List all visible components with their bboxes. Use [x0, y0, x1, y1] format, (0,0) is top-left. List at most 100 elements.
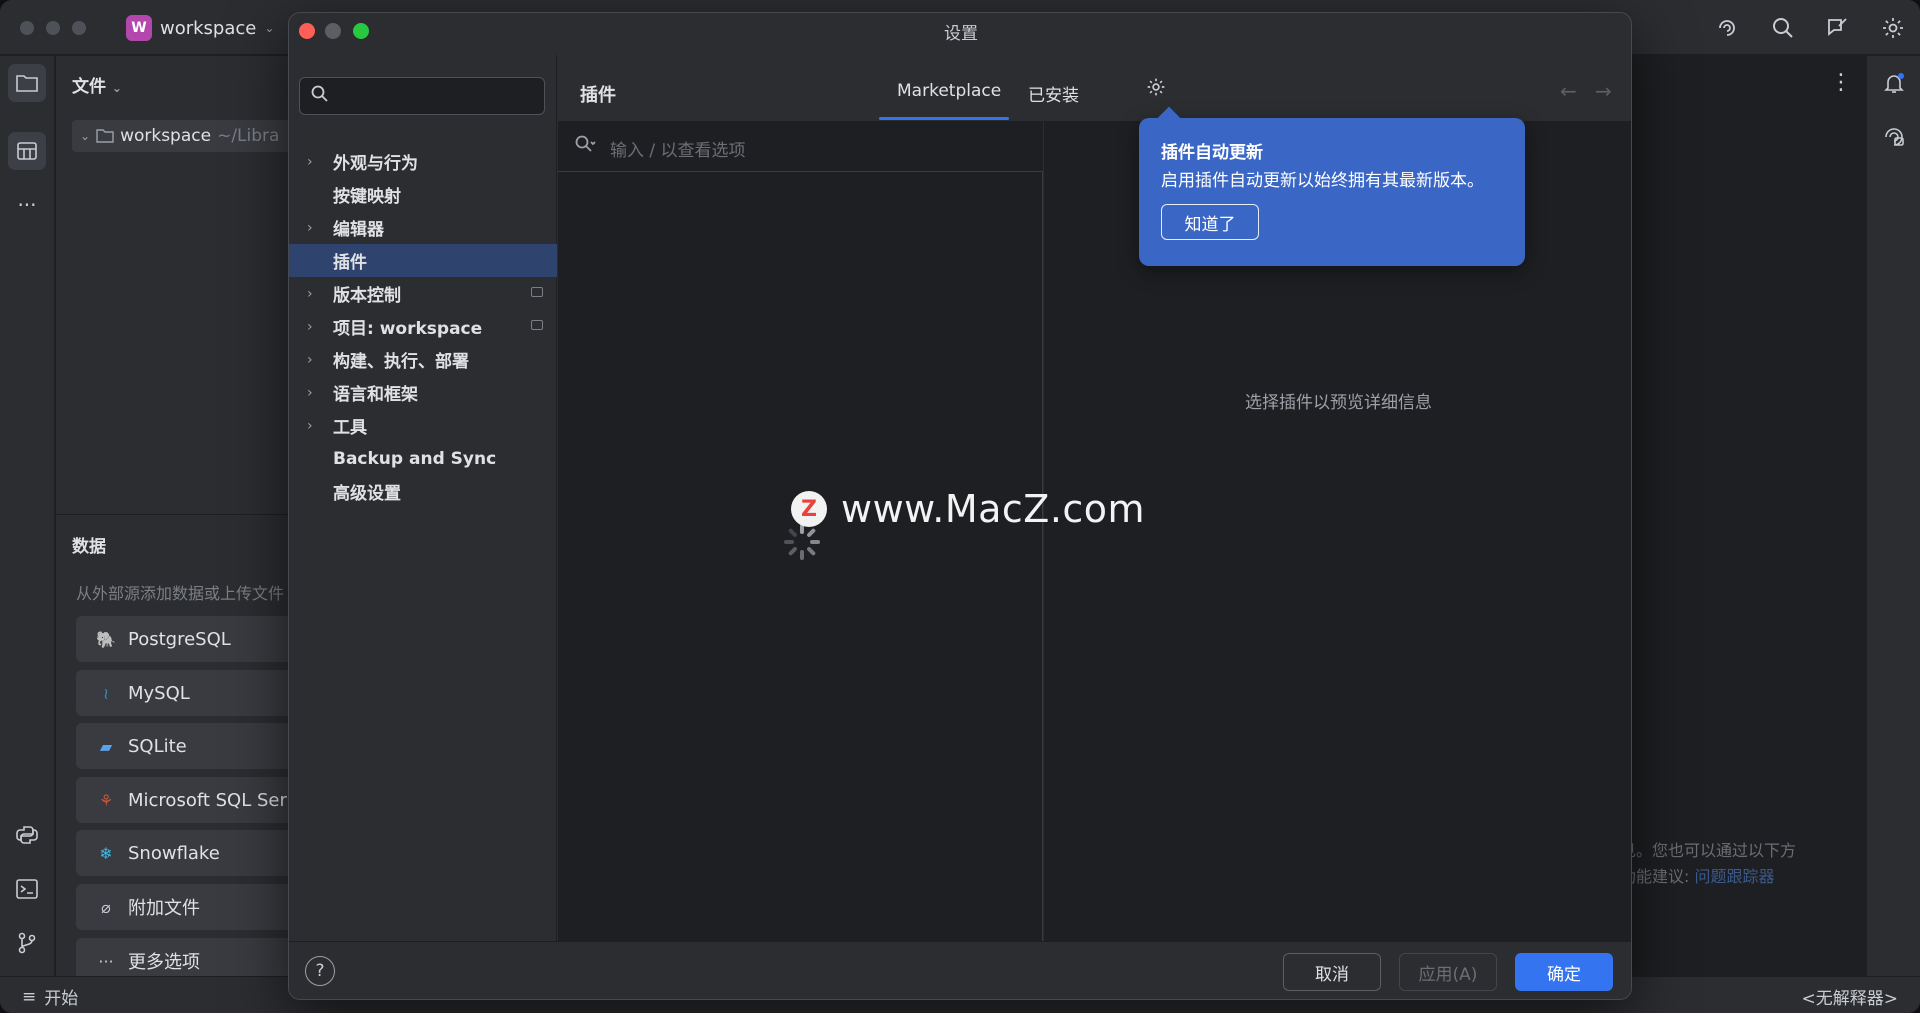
file-panel-title: 文件 — [72, 77, 106, 97]
git-branch-icon[interactable] — [8, 924, 46, 962]
watermark-text: www.MacZ.com — [841, 487, 1146, 531]
project-name: workspace — [160, 17, 257, 39]
dialog-zoom-button[interactable] — [353, 23, 369, 39]
nav-item-label: 编辑器 — [333, 220, 384, 240]
gear-icon[interactable] — [1878, 13, 1908, 43]
project-scope-icon — [531, 287, 543, 297]
plugin-settings-gear-icon[interactable] — [1146, 77, 1166, 103]
active-tab-indicator — [879, 117, 1009, 120]
datasource-label: SQLite — [128, 735, 187, 757]
nav-item-project[interactable]: › 项目: workspace — [289, 310, 557, 343]
more-tools-icon[interactable]: ··· — [8, 186, 46, 224]
issue-tracker-link[interactable]: 问题跟踪器 — [1694, 867, 1774, 886]
got-it-button[interactable]: 知道了 — [1161, 204, 1259, 240]
watermark: Z www.MacZ.com — [791, 487, 1145, 531]
datasource-label: 附加文件 — [128, 898, 200, 919]
popup-body: 启用插件自动更新以始终拥有其最新版本。 — [1161, 171, 1484, 191]
nav-item-label: 工具 — [333, 418, 367, 438]
tree-root-label: workspace — [120, 126, 212, 146]
tree-root-path: ~/Libra — [217, 126, 280, 146]
cancel-button[interactable]: 取消 — [1283, 953, 1381, 991]
paperclip-icon: ⌀ — [101, 897, 111, 917]
nav-item-label: 按键映射 — [333, 187, 401, 207]
dialog-minimize-button[interactable] — [325, 23, 341, 39]
ide-zoom-button[interactable] — [72, 21, 86, 35]
search-icon — [574, 134, 596, 159]
chevron-down-icon: ⌄ — [264, 21, 275, 35]
ok-button[interactable]: 确定 — [1515, 953, 1613, 991]
forward-arrow-icon[interactable]: → — [1595, 79, 1612, 103]
search-icon — [310, 84, 330, 109]
nav-item-version-control[interactable]: › 版本控制 — [289, 277, 557, 310]
ai-chat-icon[interactable] — [1875, 118, 1913, 156]
data-section-title: 数据 — [72, 537, 106, 557]
notifications-icon[interactable] — [1875, 64, 1913, 102]
database-icon[interactable] — [8, 132, 46, 170]
chevron-down-icon: ⌄ — [80, 129, 91, 143]
snowflake-icon: ❄ — [99, 843, 113, 863]
interpreter-selector[interactable]: <无解释器> — [1802, 984, 1899, 1009]
ide-close-button[interactable] — [20, 21, 34, 35]
kebab-menu-icon[interactable]: ⋮ — [1830, 70, 1852, 95]
settings-dialog: 设置 › 外观与行为 按键映射 › 编辑器 插件 › 版本控制 › 项目: wo… — [288, 12, 1632, 1000]
chevron-right-icon: › — [307, 318, 313, 335]
plugin-search-input[interactable]: 输入 / 以查看选项 — [558, 122, 1043, 172]
tab-installed[interactable]: 已安装 — [1028, 81, 1079, 106]
chevron-right-icon: › — [307, 219, 313, 236]
dialog-title: 设置 — [944, 24, 978, 44]
nav-item-advanced[interactable]: 高级设置 — [289, 475, 557, 508]
nav-item-editor[interactable]: › 编辑器 — [289, 211, 557, 244]
project-file-panel: 文件 ⌄ ⌄ workspace ~/Libra 数据 从外部源添加数据或上传文… — [56, 56, 332, 984]
dialog-footer: ? 取消 应用(A) 确定 — [289, 941, 1631, 999]
panel-divider — [56, 514, 290, 515]
datasource-label: 更多选项 — [128, 952, 200, 973]
status-start[interactable]: ≡ 开始 — [22, 984, 79, 1010]
dialog-close-button[interactable] — [299, 23, 315, 39]
nav-item-label: 构建、执行、部署 — [333, 352, 469, 372]
search-icon[interactable] — [1768, 13, 1798, 43]
left-tool-strip: ··· — [0, 56, 55, 976]
mssql-icon: ⚘ — [98, 790, 114, 810]
nav-item-build[interactable]: › 构建、执行、部署 — [289, 343, 557, 376]
nav-item-languages[interactable]: › 语言和框架 — [289, 376, 557, 409]
settings-nav: › 外观与行为 按键映射 › 编辑器 插件 › 版本控制 › 项目: works… — [289, 55, 557, 941]
ide-minimize-button[interactable] — [46, 21, 60, 35]
sqlite-icon: ▰ — [99, 736, 113, 756]
project-switcher[interactable]: W workspace ⌄ — [126, 13, 274, 43]
ai-assistant-icon[interactable] — [1712, 13, 1742, 43]
back-arrow-icon[interactable]: ← — [1560, 79, 1577, 103]
datasource-label: Snowflake — [128, 842, 220, 864]
datasource-label: Microsoft SQL Ser — [128, 789, 287, 811]
python-console-icon[interactable] — [8, 816, 46, 854]
chevron-right-icon: › — [307, 351, 313, 368]
popup-title: 插件自动更新 — [1161, 143, 1263, 163]
nav-item-plugins[interactable]: 插件 — [289, 244, 557, 277]
nav-item-backup-sync[interactable]: Backup and Sync — [289, 442, 557, 475]
editor-hint-text: 见。您也可以通过以下方 功能建议: 问题跟踪器 — [1620, 838, 1796, 890]
folder-icon[interactable] — [8, 64, 46, 102]
terminal-icon[interactable] — [8, 870, 46, 908]
nav-item-label: 项目: workspace — [333, 319, 483, 339]
nav-item-keymap[interactable]: 按键映射 — [289, 178, 557, 211]
settings-search-input[interactable] — [299, 77, 545, 115]
nav-item-label: 版本控制 — [333, 286, 401, 306]
right-tool-strip — [1866, 56, 1920, 976]
project-badge: W — [126, 15, 152, 41]
status-start-label: 开始 — [44, 989, 79, 1009]
nav-item-tools[interactable]: › 工具 — [289, 409, 557, 442]
file-panel-header[interactable]: 文件 ⌄ — [72, 72, 122, 97]
nav-item-label: 插件 — [333, 253, 367, 273]
content-title: 插件 — [580, 85, 616, 106]
watermark-logo: Z — [791, 491, 827, 527]
chevron-right-icon: › — [307, 285, 313, 302]
postgresql-icon: 🐘 — [96, 629, 116, 649]
tab-marketplace[interactable]: Marketplace — [897, 81, 1001, 101]
nav-item-appearance[interactable]: › 外观与行为 — [289, 145, 557, 178]
feedback-icon[interactable] — [1822, 13, 1852, 43]
help-button[interactable]: ? — [305, 956, 335, 986]
project-scope-icon — [531, 320, 543, 330]
data-section-subtitle: 从外部源添加数据或上传文件 — [76, 584, 285, 603]
plugin-list-panel: 输入 / 以查看选项 — [558, 122, 1043, 941]
apply-button[interactable]: 应用(A) — [1399, 953, 1497, 991]
editor-hint-line1: 见。您也可以通过以下方 — [1620, 841, 1797, 860]
